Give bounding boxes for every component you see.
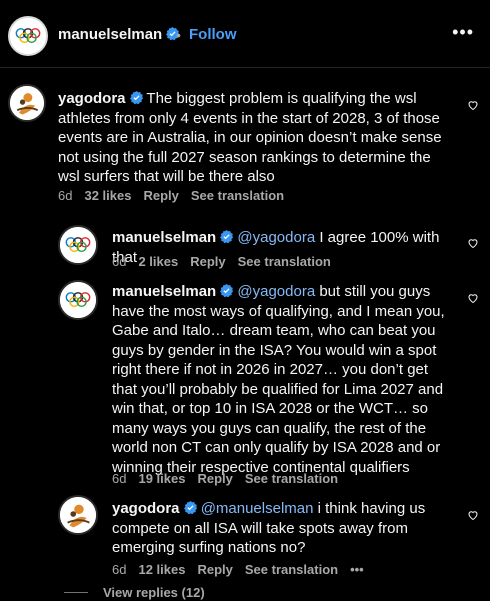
mention-link[interactable]: @yagodora <box>237 283 315 300</box>
comment-meta: 6d 12 likes Reply See translation ••• <box>112 562 376 577</box>
reply-button[interactable]: Reply <box>190 254 225 269</box>
comment-avatar[interactable] <box>58 280 98 320</box>
comment-username[interactable]: manuelselman <box>112 283 216 300</box>
comment-text: manuelselman @yagodora but still you guy… <box>112 282 457 477</box>
mention-link[interactable]: @manuelselman <box>201 500 314 517</box>
comment-username[interactable]: yagodora <box>112 500 180 517</box>
follow-button[interactable]: Follow <box>189 26 237 43</box>
comment-body: but still you guys have the most ways of… <box>112 283 445 476</box>
comment-time: 6d <box>58 188 73 203</box>
verified-badge-icon <box>129 91 143 104</box>
comment-username[interactable]: manuelselman <box>112 229 216 246</box>
like-heart-icon[interactable] <box>467 237 479 249</box>
olympic-rings-icon <box>60 227 96 263</box>
comment-avatar[interactable] <box>8 84 46 122</box>
verified-badge-icon <box>220 284 234 297</box>
author-username[interactable]: manuelselman <box>58 26 180 43</box>
comment-username[interactable]: yagodora <box>58 90 126 107</box>
verified-badge-icon <box>220 230 234 243</box>
see-translation-link[interactable]: See translation <box>191 188 284 203</box>
like-heart-icon[interactable] <box>467 99 479 111</box>
comment-likes[interactable]: 2 likes <box>138 254 178 269</box>
olympic-rings-icon <box>60 282 96 318</box>
reply-button[interactable]: Reply <box>197 562 232 577</box>
comment-time: 6d <box>112 471 127 486</box>
comment-likes[interactable]: 19 likes <box>138 471 185 486</box>
replies-divider-line <box>64 592 88 593</box>
reply-button[interactable]: Reply <box>197 471 232 486</box>
comment-text: yagodora The biggest problem is qualifyi… <box>58 89 453 187</box>
author-avatar[interactable] <box>8 16 48 56</box>
comment-avatar[interactable] <box>58 225 98 265</box>
separator-dot: • <box>176 27 181 43</box>
see-translation-link[interactable]: See translation <box>245 471 338 486</box>
comment-likes[interactable]: 12 likes <box>138 562 185 577</box>
see-translation-link[interactable]: See translation <box>245 562 338 577</box>
verified-badge-icon <box>183 501 197 514</box>
comment-meta: 6d 2 likes Reply See translation <box>112 254 343 269</box>
comment-meta: 6d 19 likes Reply See translation <box>112 471 350 486</box>
comment-likes[interactable]: 32 likes <box>84 188 131 203</box>
more-options-icon[interactable]: ••• <box>452 22 474 43</box>
comment-time: 6d <box>112 562 127 577</box>
mention-link[interactable]: @yagodora <box>237 229 315 246</box>
olympic-rings-icon <box>10 18 46 54</box>
comment-text: yagodora @manuelselman i think having us… <box>112 499 427 558</box>
view-replies-button[interactable]: View replies (12) <box>103 585 205 600</box>
like-heart-icon[interactable] <box>467 292 479 304</box>
reply-button[interactable]: Reply <box>143 188 178 203</box>
comment-avatar[interactable] <box>58 495 98 535</box>
comment-more-options-icon[interactable]: ••• <box>350 562 364 577</box>
comment-meta: 6d 32 likes Reply See translation <box>58 188 296 203</box>
surfer-logo-icon <box>60 497 96 533</box>
see-translation-link[interactable]: See translation <box>238 254 331 269</box>
like-heart-icon[interactable] <box>467 509 479 521</box>
post-header: manuelselman • Follow ••• <box>0 0 490 68</box>
comment-time: 6d <box>112 254 127 269</box>
surfer-logo-icon <box>10 86 44 120</box>
